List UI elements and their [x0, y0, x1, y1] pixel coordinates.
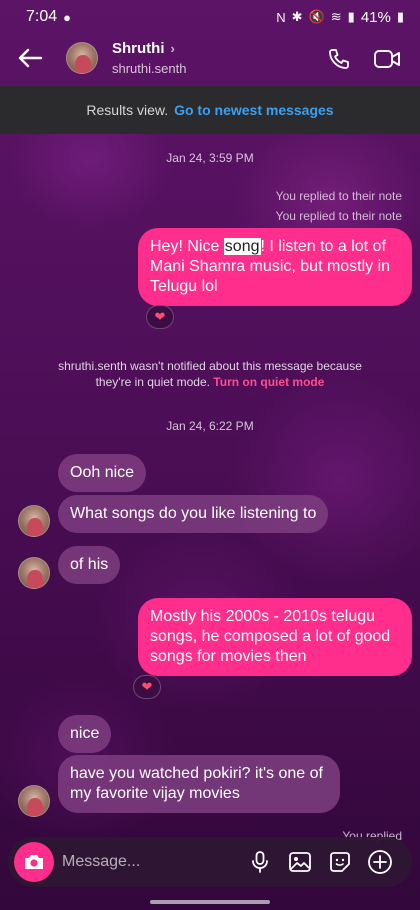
voice-message-button[interactable]: [246, 848, 274, 876]
contact-handle: shruthi.senth: [112, 61, 187, 76]
search-highlight: song: [223, 238, 261, 255]
camera-button[interactable]: [14, 842, 54, 882]
message-text-part: Hey! Nice: [150, 238, 224, 255]
sender-avatar[interactable]: [18, 785, 50, 817]
mute-icon: 🔇: [308, 9, 325, 24]
heart-reaction[interactable]: ❤: [133, 675, 161, 699]
sender-avatar[interactable]: [18, 505, 50, 537]
home-indicator: [150, 900, 270, 904]
go-to-newest-link[interactable]: Go to newest messages: [174, 102, 334, 118]
sender-avatar[interactable]: [18, 557, 50, 589]
chat-header: Shruthi › shruthi.senth: [0, 34, 420, 86]
wifi-icon: ≋: [330, 9, 342, 24]
status-time: 7:04: [26, 8, 58, 25]
image-icon: [289, 852, 311, 872]
heart-icon: ❤: [154, 309, 166, 324]
reply-note-2: You replied to their note: [275, 209, 402, 223]
results-view-bar: Results view. Go to newest messages: [0, 86, 420, 134]
video-call-button[interactable]: [372, 44, 402, 74]
back-arrow-icon: [18, 48, 43, 68]
chat-screen: 7:04 ● N ✱ 🔇 ≋ ▮ 41% ▮ Shruthi › shruthi…: [0, 0, 420, 910]
contact-info[interactable]: Shruthi › shruthi.senth: [112, 40, 186, 76]
message-bubble-outgoing[interactable]: Mostly his 2000s - 2010s telugu songs, h…: [138, 598, 412, 676]
results-view-label: Results view.: [86, 102, 169, 118]
message-bubble-incoming[interactable]: nice: [58, 715, 112, 753]
message-composer: [8, 837, 412, 887]
nfc-icon: N: [276, 9, 286, 25]
timestamp-1: Jan 24, 3:59 PM: [166, 151, 254, 165]
messages-notification-icon: ●: [63, 9, 71, 25]
status-bar: 7:04 ● N ✱ 🔇 ≋ ▮ 41% ▮: [0, 0, 420, 34]
phone-icon: [329, 49, 349, 69]
microphone-icon: [252, 851, 268, 873]
chevron-right-icon: ›: [170, 41, 175, 56]
more-options-button[interactable]: [366, 848, 394, 876]
back-button[interactable]: [14, 42, 46, 74]
message-bubble-outgoing[interactable]: Hey! Nice song! I listen to a lot of Man…: [138, 228, 412, 306]
reply-note-1: You replied to their note: [275, 189, 402, 203]
bluetooth-icon: ✱: [291, 9, 303, 24]
message-bubble-incoming[interactable]: Ooh nice: [58, 454, 147, 492]
signal-icon: ▮: [347, 9, 355, 24]
heart-reaction[interactable]: ❤: [146, 305, 174, 329]
timestamp-2: Jan 24, 6:22 PM: [166, 419, 254, 433]
heart-icon: ❤: [141, 679, 153, 694]
video-camera-icon: [374, 50, 400, 68]
message-input[interactable]: [62, 849, 232, 875]
battery-icon: ▮: [396, 9, 404, 24]
sticker-button[interactable]: [326, 848, 354, 876]
gallery-button[interactable]: [286, 848, 314, 876]
battery-percent: 41%: [360, 8, 391, 26]
camera-icon: [25, 855, 43, 869]
contact-avatar[interactable]: [66, 42, 98, 74]
sticker-icon: [330, 852, 350, 872]
turn-on-quiet-mode-link[interactable]: Turn on quiet mode: [213, 375, 324, 389]
voice-call-button[interactable]: [324, 44, 354, 74]
message-bubble-incoming[interactable]: have you watched pokiri? it's one of my …: [58, 755, 340, 813]
contact-name: Shruthi: [112, 40, 165, 57]
message-bubble-incoming[interactable]: What songs do you like listening to: [58, 495, 329, 533]
message-bubble-incoming[interactable]: of his: [58, 546, 121, 584]
plus-circle-icon: [368, 850, 392, 874]
quiet-mode-notice: shruthi.senth wasn't notified about this…: [40, 358, 380, 390]
